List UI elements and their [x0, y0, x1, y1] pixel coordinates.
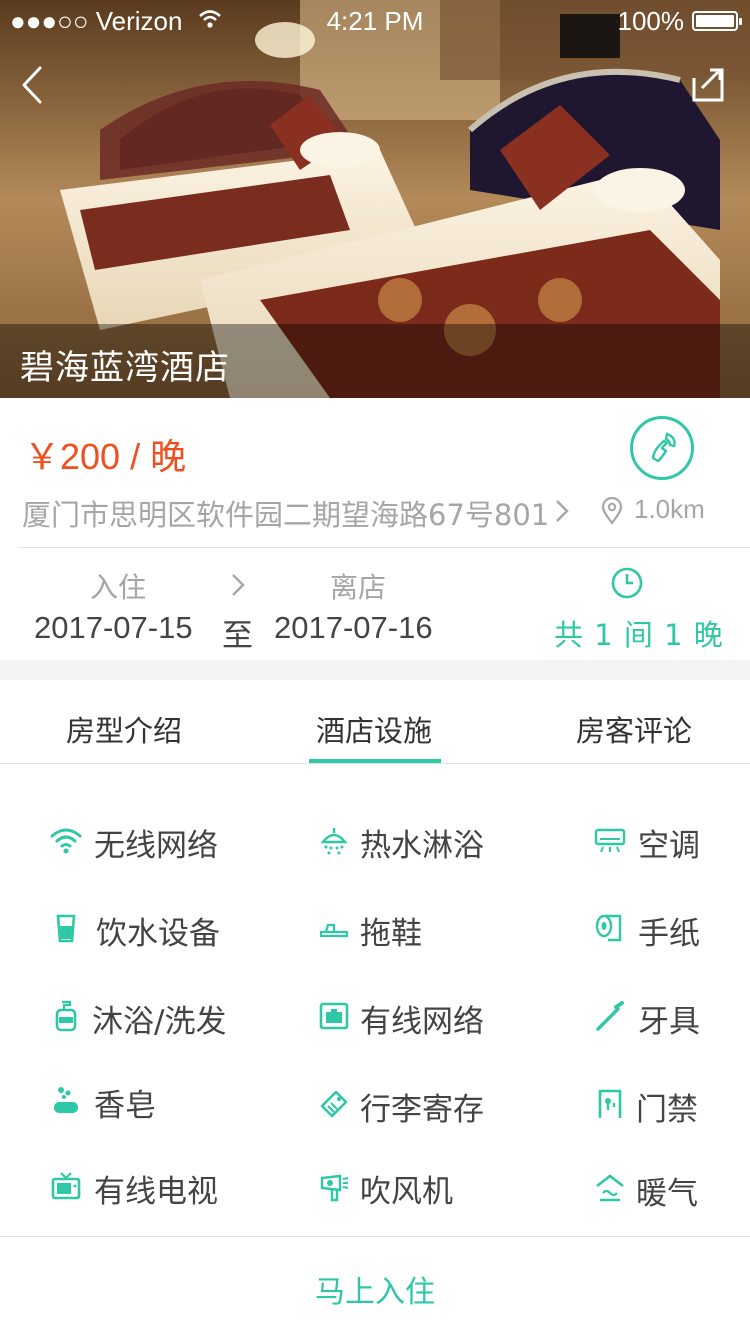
location-pin-icon: [601, 497, 623, 525]
door-lock-icon: [598, 1089, 622, 1118]
amenity-label: 牙具: [638, 1004, 700, 1040]
tab-hotel-facilities[interactable]: 酒店设施: [316, 708, 432, 750]
divider: [18, 547, 750, 548]
amenity-label: 门禁: [636, 1092, 698, 1128]
checkout-label: 离店: [330, 571, 387, 604]
slippers-icon: [319, 923, 349, 938]
active-tab-indicator: [309, 759, 441, 763]
amenity-label: 香皂: [94, 1088, 156, 1124]
amenity-toothbrush: 牙具: [594, 996, 724, 1040]
toothbrush-icon: [596, 1001, 624, 1031]
tab-room-intro[interactable]: 房型介绍: [66, 708, 182, 750]
checkin-date[interactable]: 2017-07-15: [34, 610, 193, 646]
phone-icon: [651, 432, 676, 463]
amenity-drinking-water: 饮水设备: [50, 908, 240, 952]
amenity-label: 饮水设备: [96, 916, 220, 952]
amenity-slippers: 拖鞋: [318, 908, 508, 952]
tv-icon: [51, 1172, 81, 1200]
chevron-right-icon[interactable]: [554, 498, 570, 524]
amenity-air-conditioning: 空调: [594, 820, 724, 864]
ethernet-port-icon: [319, 1002, 349, 1030]
amenity-label: 有线电视: [94, 1174, 218, 1210]
date-separator: 至: [222, 618, 253, 654]
amenity-label: 无线网络: [94, 828, 218, 864]
amenity-wifi: 无线网络: [50, 820, 240, 864]
amenity-label: 吹风机: [360, 1174, 453, 1210]
amenity-ethernet: 有线网络: [318, 996, 508, 1040]
share-icon[interactable]: [688, 64, 728, 104]
amenity-label: 空调: [638, 828, 700, 864]
amenity-label: 行李寄存: [360, 1092, 484, 1128]
date-chevron-icon[interactable]: [230, 572, 246, 598]
shower-icon: [320, 828, 348, 855]
amenity-shampoo: 沐浴/洗发: [50, 996, 240, 1040]
amenity-toilet-paper: 手纸: [594, 908, 724, 952]
tab-guest-reviews[interactable]: 房客评论: [576, 708, 692, 750]
hotel-name-caption: 碧海蓝湾酒店: [0, 324, 750, 398]
stay-summary: 共 1 间 1 晚: [554, 618, 724, 652]
hotel-photo: ●●●○○ Verizon 4:21 PM 100% 碧海蓝湾酒店: [0, 0, 750, 398]
hotel-name: 碧海蓝湾酒店: [20, 348, 230, 388]
bottom-action-bar: 马上入住: [0, 1236, 750, 1334]
toilet-paper-icon: [595, 914, 622, 942]
amenity-cable-tv: 有线电视: [50, 1166, 240, 1210]
battery-icon: [692, 11, 742, 31]
clock-icon: [611, 567, 643, 599]
checkin-label: 入住: [90, 571, 147, 604]
air-conditioner-icon: [594, 828, 626, 853]
hotel-address[interactable]: 厦门市思明区软件园二期望海路67号801: [22, 492, 549, 534]
section-spacer: [0, 660, 750, 680]
amenity-label: 手纸: [638, 916, 700, 952]
amenity-hair-dryer: 吹风机: [318, 1166, 508, 1210]
hotel-distance: 1.0km: [634, 494, 705, 524]
amenity-label: 拖鞋: [360, 916, 422, 952]
checkout-date[interactable]: 2017-07-16: [274, 610, 433, 646]
heater-icon: [596, 1174, 624, 1202]
back-arrow-icon[interactable]: [14, 62, 54, 108]
luggage-tag-icon: [320, 1090, 348, 1118]
amenity-label: 沐浴/洗发: [92, 1004, 227, 1040]
amenity-label: 有线网络: [360, 1004, 484, 1040]
amenity-shower: 热水淋浴: [318, 820, 508, 864]
room-price: ￥200 / 晚: [24, 436, 187, 477]
amenity-luggage-storage: 行李寄存: [318, 1084, 508, 1128]
wifi-icon: [50, 828, 82, 854]
amenity-soap: 香皂: [50, 1080, 240, 1124]
tab-bar: 房型介绍 酒店设施 房客评论: [0, 680, 750, 764]
book-now-button[interactable]: 马上入住: [0, 1267, 750, 1311]
shampoo-bottle-icon: [55, 1000, 77, 1032]
amenity-heating: 暖气: [594, 1168, 724, 1212]
water-cup-icon: [56, 914, 76, 943]
call-button[interactable]: [630, 416, 694, 480]
amenity-label: 暖气: [636, 1176, 698, 1212]
status-bar: ●●●○○ Verizon 4:21 PM 100%: [0, 0, 750, 40]
amenity-label: 热水淋浴: [360, 828, 484, 864]
amenity-access-control: 门禁: [594, 1084, 724, 1128]
hair-dryer-icon: [320, 1174, 349, 1202]
soap-icon: [54, 1087, 78, 1113]
battery-percent: 100%: [617, 6, 685, 36]
